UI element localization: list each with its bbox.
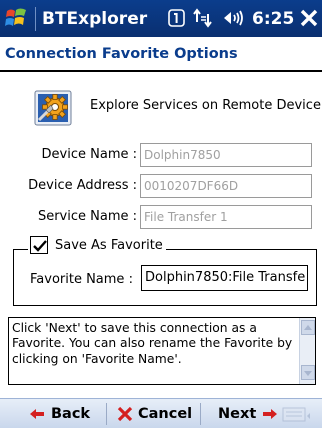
header-divider	[0, 70, 322, 72]
cancel-button[interactable]: Cancel	[117, 399, 192, 428]
service-name-field: File Transfer 1	[140, 205, 312, 229]
scroll-up-arrow[interactable]	[301, 320, 315, 335]
device-name-field: Dolphin7850	[140, 143, 312, 167]
save-as-favorite-checkbox[interactable]	[30, 236, 48, 254]
info-text: Click 'Next' to save this connection as …	[12, 321, 293, 366]
title-bar: BTExplorer 6:25	[0, 0, 322, 37]
close-icon[interactable]	[298, 5, 320, 31]
checkmark-icon	[33, 240, 47, 252]
device-address-field: 0010207DF66D	[140, 174, 312, 198]
title-divider	[35, 7, 36, 31]
save-as-favorite-option[interactable]: Save As Favorite	[28, 236, 166, 254]
windows-start-icon[interactable]	[4, 6, 30, 31]
info-textbox: Click 'Next' to save this connection as …	[8, 317, 316, 385]
device-address-label: Device Address :	[28, 178, 137, 193]
cancel-label: Cancel	[138, 406, 193, 422]
favorite-name-label: Favorite Name :	[30, 272, 133, 287]
favorite-name-input[interactable]: Dolphin7850:File Transfe	[141, 265, 308, 291]
back-arrow-icon	[30, 409, 44, 419]
next-arrow-icon	[263, 409, 278, 419]
keyboard-icon[interactable]	[282, 407, 312, 422]
back-label: Back	[51, 406, 91, 422]
page-title: Connection Favorite Options	[5, 46, 238, 62]
cancel-x-icon	[117, 406, 133, 422]
device-name-label: Device Name :	[41, 147, 137, 162]
connectivity-icon[interactable]	[193, 8, 213, 32]
bottom-menu-bar: Back Cancel Next	[0, 398, 322, 428]
explore-services-label[interactable]: Explore Services on Remote Device	[90, 98, 321, 113]
back-button[interactable]: Back	[29, 399, 90, 428]
app-title: BTExplorer	[42, 9, 148, 29]
save-as-favorite-label[interactable]: Save As Favorite	[55, 238, 163, 253]
bottom-divider	[106, 403, 107, 425]
vertical-scrollbar[interactable]	[299, 318, 315, 384]
clock: 6:25	[252, 9, 295, 29]
notification-icon[interactable]	[168, 8, 186, 32]
service-name-label: Service Name :	[37, 209, 137, 224]
next-button[interactable]: Next	[218, 399, 278, 428]
scroll-down-arrow[interactable]	[301, 365, 315, 380]
volume-icon[interactable]	[222, 8, 248, 32]
next-label: Next	[218, 406, 257, 422]
bottom-divider	[200, 403, 201, 425]
gear-icon[interactable]	[34, 90, 72, 126]
